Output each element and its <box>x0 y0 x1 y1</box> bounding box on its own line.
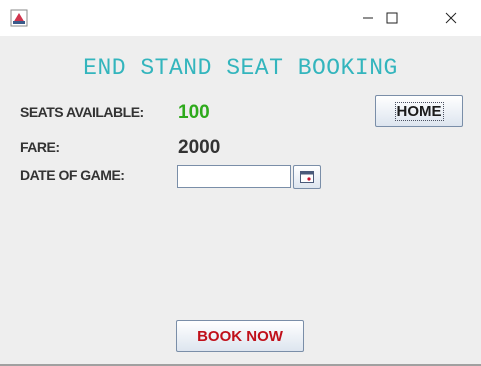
close-button[interactable] <box>428 0 474 36</box>
java-app-icon <box>10 9 28 27</box>
seats-available-value: 100 <box>178 102 210 123</box>
seats-available-label: SEATS AVAILABLE: <box>20 104 144 120</box>
fare-label: FARE: <box>20 139 60 155</box>
page-title: END STAND SEAT BOOKING <box>83 55 398 81</box>
maximize-icon <box>386 12 398 24</box>
close-icon <box>445 12 457 24</box>
maximize-button[interactable] <box>369 0 415 36</box>
fare-value: 2000 <box>178 137 221 158</box>
date-of-game-label: DATE OF GAME: <box>20 167 125 183</box>
calendar-button[interactable] <box>293 165 321 189</box>
home-button-label: HOME <box>394 101 444 121</box>
date-input[interactable] <box>177 165 291 188</box>
book-now-button[interactable]: BOOK NOW <box>176 320 304 352</box>
home-button[interactable]: HOME <box>375 95 463 127</box>
calendar-icon <box>300 171 314 183</box>
title-bar <box>0 0 481 36</box>
